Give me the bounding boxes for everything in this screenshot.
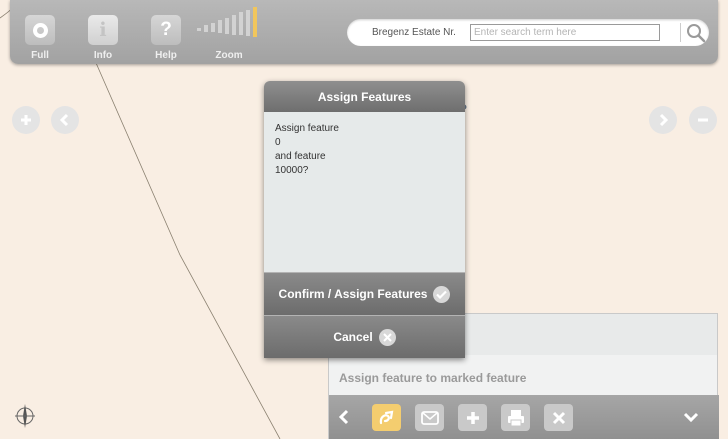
zoom-level-bar[interactable] [197,28,201,31]
pan-right-button[interactable] [649,106,677,134]
full-label: Full [31,50,49,61]
pan-left-button[interactable] [51,106,79,134]
add-icon [466,411,479,424]
delete-button[interactable] [544,404,573,431]
cancel-label: Cancel [333,330,373,344]
search-input[interactable] [470,24,660,41]
print-button[interactable] [501,404,530,431]
help-icon: ? [151,15,181,45]
confirm-assign-button[interactable]: Confirm / Assign Features [264,272,465,315]
minus-icon [698,118,708,122]
check-icon [433,285,451,303]
dialog-title: Assign Features [264,81,465,112]
confirm-label: Confirm / Assign Features [278,287,428,301]
chevron-left-icon [59,113,69,127]
info-label: Info [93,50,113,61]
message-line: 0 [275,137,281,148]
search-box: Bregenz Estate Nr. [347,19,709,46]
close-icon [378,328,396,346]
panel-hint: Assign feature to marked feature [329,355,717,395]
message-line: and feature [275,151,326,162]
dialog-message: Assign feature 0 and feature 10000? [264,112,465,272]
print-icon [507,409,524,426]
search-scope[interactable]: Bregenz Estate Nr. [372,27,456,38]
full-extent-button[interactable]: Full [16,15,64,61]
zoom-level-bar[interactable] [253,7,257,37]
zoom-in-button[interactable] [12,106,40,134]
help-label: Help [155,50,177,61]
delete-icon [552,411,565,424]
zoom-label-wrap: Zoom [205,15,253,61]
panel-action-bar [329,395,719,439]
assign-features-dialog: Assign Features Assign feature 0 and fea… [264,81,465,358]
chevron-down-icon[interactable] [683,411,699,423]
message-line: 10000? [275,165,309,176]
info-button[interactable]: i Info [79,15,127,61]
help-button[interactable]: ? Help [142,15,190,61]
chevron-right-icon [659,113,669,127]
message-line: Assign feature [275,123,339,134]
search-divider [680,23,681,42]
cancel-button[interactable]: Cancel [264,315,465,358]
info-icon: i [88,15,118,45]
chevron-left-icon[interactable] [337,409,351,425]
top-toolbar: Full i Info ? Help Zoom Bregenz Estate N… [10,0,718,64]
assign-link-icon [379,410,393,424]
zoom-full-icon [25,15,55,45]
mail-button[interactable] [415,404,444,431]
plus-icon [21,115,31,125]
zoom-out-button[interactable] [689,106,717,134]
assign-feature-button[interactable] [372,404,401,431]
north-arrow-icon [15,404,35,428]
add-feature-button[interactable] [458,404,487,431]
search-icon[interactable] [686,23,706,43]
mail-icon [420,410,439,425]
zoom-label: Zoom [215,50,243,61]
